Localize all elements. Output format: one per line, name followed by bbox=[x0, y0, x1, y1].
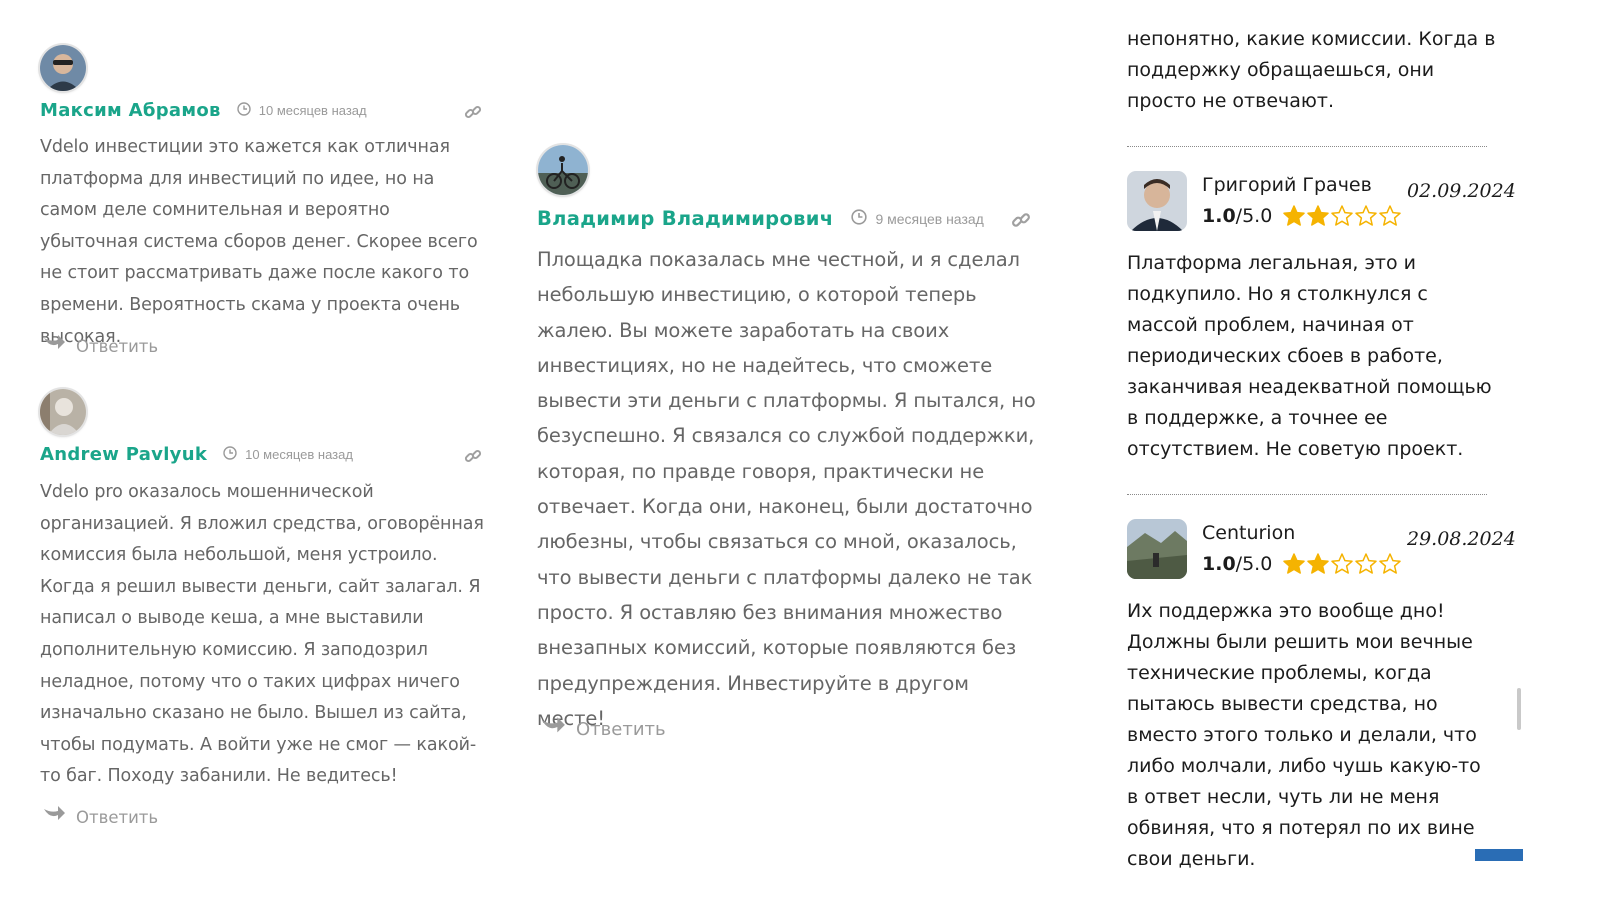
rating-value: 1.0 bbox=[1202, 553, 1236, 575]
author-name[interactable]: Максим Абрамов bbox=[40, 100, 221, 121]
clock-icon bbox=[237, 102, 251, 119]
review-text-continued: непонятно, какие комиссии. Когда в подде… bbox=[1127, 28, 1496, 112]
reviewer-name: Григорий Грачев bbox=[1202, 174, 1372, 196]
review-divider bbox=[1127, 146, 1487, 147]
comment-text: Vdelo pro оказалось мошеннической органи… bbox=[40, 482, 484, 787]
star-rating bbox=[1282, 204, 1402, 228]
review-text: Их поддержка это вообще дно! Должны были… bbox=[1127, 600, 1481, 870]
avatar bbox=[1127, 171, 1187, 231]
reviewer-name: Centurion bbox=[1202, 522, 1296, 544]
clock-icon bbox=[223, 446, 237, 463]
avatar[interactable] bbox=[40, 45, 86, 91]
time-label: 10 месяцев назад bbox=[258, 103, 367, 118]
star-filled-icon bbox=[1307, 205, 1330, 226]
author-name[interactable]: Владимир Владимирович bbox=[537, 207, 833, 230]
permalink-icon[interactable] bbox=[1011, 210, 1031, 235]
reply-arrow-icon bbox=[540, 716, 566, 743]
reply-label: Ответить bbox=[576, 719, 666, 740]
star-empty-icon bbox=[1355, 553, 1378, 574]
star-empty-icon bbox=[1331, 553, 1354, 574]
rating-max: /5.0 bbox=[1235, 553, 1273, 575]
reply-label: Ответить bbox=[76, 807, 159, 827]
avatar[interactable] bbox=[40, 389, 86, 435]
reply-arrow-icon bbox=[42, 805, 66, 829]
reply-button[interactable]: Ответить bbox=[540, 716, 666, 743]
review-date: 29.08.2024 bbox=[1407, 528, 1516, 550]
star-filled-icon bbox=[1307, 553, 1330, 574]
reply-label: Ответить bbox=[76, 336, 159, 356]
review-text: Платформа легальная, это и подкупило. Но… bbox=[1127, 252, 1492, 460]
comment-text: Площадка показалась мне честной, и я сде… bbox=[537, 248, 1036, 730]
rating: 1.0 /5.0 bbox=[1202, 552, 1402, 576]
clock-icon bbox=[851, 209, 868, 228]
star-empty-icon bbox=[1379, 205, 1402, 226]
star-empty-icon bbox=[1379, 553, 1402, 574]
review-date: 02.09.2024 bbox=[1407, 180, 1516, 202]
star-empty-icon bbox=[1355, 205, 1378, 226]
rating: 1.0 /5.0 bbox=[1202, 204, 1402, 228]
reply-button[interactable]: Ответить bbox=[42, 805, 158, 829]
rating-max: /5.0 bbox=[1235, 205, 1273, 227]
reply-arrow-icon bbox=[42, 334, 66, 358]
star-empty-icon bbox=[1331, 205, 1354, 226]
time-label: 10 месяцев назад bbox=[245, 447, 353, 462]
star-filled-icon bbox=[1283, 553, 1306, 574]
comment-time[interactable]: 9 месяцев назад bbox=[851, 209, 984, 228]
rating-value: 1.0 bbox=[1202, 205, 1236, 227]
comment-time[interactable]: 10 месяцев назад bbox=[223, 446, 353, 463]
star-filled-icon bbox=[1283, 205, 1306, 226]
scrollbar-thumb[interactable] bbox=[1517, 688, 1521, 730]
avatar[interactable] bbox=[538, 145, 588, 195]
reply-button[interactable]: Ответить bbox=[42, 334, 158, 358]
permalink-icon[interactable] bbox=[464, 103, 482, 126]
avatar bbox=[1127, 519, 1187, 579]
scroll-to-top-bar[interactable] bbox=[1475, 849, 1523, 861]
comment-time[interactable]: 10 месяцев назад bbox=[237, 102, 367, 119]
author-name[interactable]: Andrew Pavlyuk bbox=[40, 444, 207, 465]
comment-text: Vdelo инвестиции это кажется как отлична… bbox=[40, 137, 478, 347]
star-rating bbox=[1282, 552, 1402, 576]
permalink-icon[interactable] bbox=[464, 447, 482, 470]
review-divider bbox=[1127, 494, 1487, 495]
time-label: 9 месяцев назад bbox=[875, 210, 984, 227]
